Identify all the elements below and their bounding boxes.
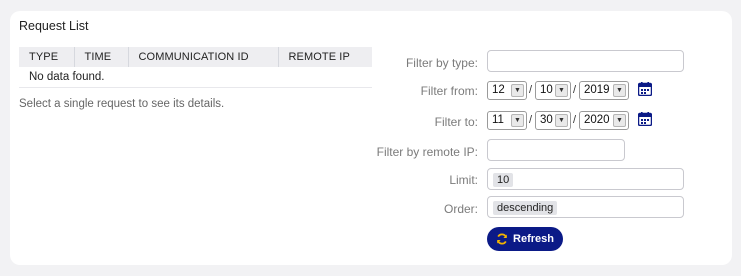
filter-to-month-value: 11 [492,114,504,126]
chevron-down-icon: ▼ [511,114,524,127]
date-separator: / [573,114,577,126]
table-row: No data found. [19,67,372,88]
column-header-time[interactable]: TIME [74,47,129,67]
filter-from-month-value: 12 [492,84,505,96]
refresh-button[interactable]: Refresh [487,227,563,251]
chevron-down-icon: ▼ [511,84,524,97]
calendar-icon[interactable] [638,82,652,96]
chevron-down-icon: ▼ [555,114,568,127]
filter-from-day-value: 10 [540,84,553,96]
panel-title: Request List [19,19,89,33]
order-value: descending [493,201,558,215]
order-field[interactable]: descending [487,196,684,218]
filter-from-label: Filter from: [420,84,478,98]
date-separator: / [529,84,533,96]
filter-type-input[interactable] [487,50,684,72]
filter-to-year-value: 2020 [584,114,610,126]
details-hint: Select a single request to see its detai… [19,98,225,110]
filter-to-year-select[interactable]: 2020 ▼ [579,111,629,130]
filter-type-label: Filter by type: [405,56,478,70]
refresh-label: Refresh [513,233,554,245]
request-table: TYPE TIME COMMUNICATION ID REMOTE IP No … [19,47,372,88]
filter-to-day-value: 30 [540,114,553,126]
chevron-down-icon: ▼ [555,84,568,97]
date-separator: / [529,114,533,126]
refresh-icon [497,233,507,245]
calendar-icon[interactable] [638,112,652,126]
filter-remote-ip-input[interactable] [487,139,625,161]
column-header-type[interactable]: TYPE [19,47,75,67]
filter-from-year-value: 2019 [584,84,610,96]
limit-label: Limit: [449,173,478,187]
limit-value: 10 [493,173,514,187]
filter-to-month-select[interactable]: 11 ▼ [487,111,527,130]
filter-remote-ip-label: Filter by remote IP: [376,145,478,159]
filter-to-label: Filter to: [434,115,478,129]
order-label: Order: [443,202,478,216]
limit-field[interactable]: 10 [487,168,684,190]
empty-message: No data found. [19,67,372,88]
column-header-remote-ip[interactable]: REMOTE IP [278,47,372,67]
chevron-down-icon: ▼ [613,114,626,127]
filter-to-day-select[interactable]: 30 ▼ [535,111,571,130]
filter-from-day-select[interactable]: 10 ▼ [535,81,571,100]
filter-from-year-select[interactable]: 2019 ▼ [579,81,629,100]
filter-from-month-select[interactable]: 12 ▼ [487,81,527,100]
column-header-communication-id[interactable]: COMMUNICATION ID [128,47,279,67]
date-separator: / [573,84,577,96]
request-list-panel: Request List TYPE TIME COMMUNICATION ID … [10,11,732,265]
table-header-row: TYPE TIME COMMUNICATION ID REMOTE IP [19,47,372,67]
chevron-down-icon: ▼ [613,84,626,97]
